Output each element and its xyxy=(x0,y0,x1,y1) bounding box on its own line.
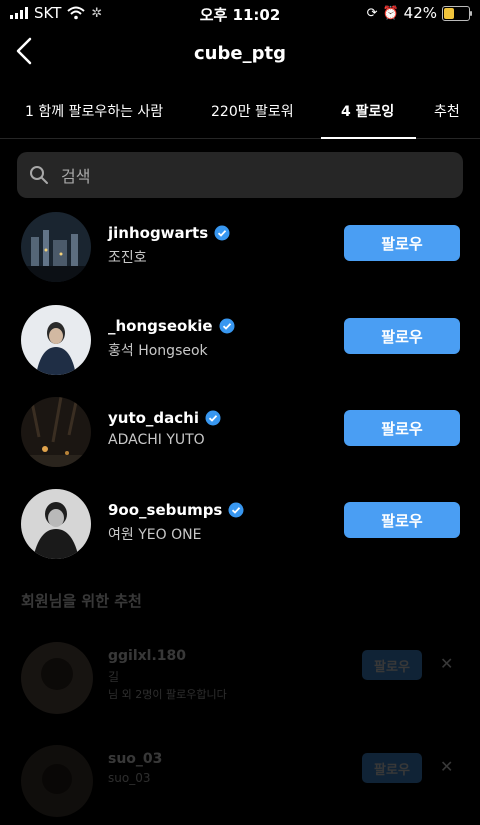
full-name: 조진호 xyxy=(108,250,147,266)
full-name: suo_03 xyxy=(108,771,151,785)
list-item[interactable]: 9oo_sebumps 여원 YEO ONE 팔로우 xyxy=(0,489,480,579)
avatar[interactable] xyxy=(21,305,91,375)
search-icon xyxy=(30,166,48,184)
full-name: 여원 YEO ONE xyxy=(108,527,202,543)
username[interactable]: _hongseokie xyxy=(108,317,213,335)
suggestions-title: 회원님을 위한 추천 xyxy=(21,592,142,610)
tab-bar: 1 함께 팔로우하는 사람 220만 팔로워 4 팔로잉 추천 xyxy=(0,92,480,139)
suggestion-item[interactable]: ggilxl.180 길 님 외 2명이 팔로우합니다 팔로우 ✕ xyxy=(0,642,480,722)
follow-button[interactable]: 팔로우 xyxy=(344,410,460,446)
username[interactable]: 9oo_sebumps xyxy=(108,501,222,519)
follow-button[interactable]: 팔로우 xyxy=(362,650,422,680)
active-tab-indicator xyxy=(321,137,416,139)
avatar[interactable] xyxy=(21,397,91,467)
verified-badge-icon xyxy=(219,318,235,334)
full-name: ADACHI YUTO xyxy=(108,432,205,448)
orientation-lock-icon: ⟳ xyxy=(366,5,378,21)
tab-suggested[interactable]: 추천 xyxy=(434,101,460,121)
username[interactable]: ggilxl.180 xyxy=(108,648,186,664)
follow-button[interactable]: 팔로우 xyxy=(362,753,422,783)
page-title: cube_ptg xyxy=(194,43,286,64)
dismiss-icon[interactable]: ✕ xyxy=(440,654,453,673)
username[interactable]: jinhogwarts xyxy=(108,224,208,242)
full-name: 길 xyxy=(108,670,120,684)
avatar[interactable] xyxy=(21,642,93,714)
header: cube_ptg xyxy=(0,35,480,75)
alarm-icon: ⏰ xyxy=(382,5,399,21)
search-bar xyxy=(17,152,463,200)
battery-icon xyxy=(442,5,472,21)
suggestions-section: 회원님을 위한 추천 ggilxl.180 길 님 외 2명이 팔로우합니다 팔… xyxy=(0,580,480,817)
avatar[interactable] xyxy=(21,212,91,282)
list-item[interactable]: _hongseokie 홍석 Hongseok 팔로우 xyxy=(0,305,480,395)
follow-button[interactable]: 팔로우 xyxy=(344,318,460,354)
verified-badge-icon xyxy=(205,410,221,426)
username[interactable]: yuto_dachi xyxy=(108,409,199,427)
tab-mutual[interactable]: 1 함께 팔로우하는 사람 xyxy=(25,101,163,121)
list-item[interactable]: jinhogwarts 조진호 팔로우 xyxy=(0,212,480,302)
follow-button[interactable]: 팔로우 xyxy=(344,502,460,538)
status-bar: SKT ✲ 오후 11:02 ⟳ ⏰ 42% xyxy=(0,0,480,28)
username[interactable]: suo_03 xyxy=(108,751,162,767)
follow-button[interactable]: 팔로우 xyxy=(344,225,460,261)
full-name: 홍석 Hongseok xyxy=(108,343,208,359)
battery-percent: 42% xyxy=(403,4,437,22)
tab-following[interactable]: 4 팔로잉 xyxy=(341,101,394,121)
mutual-followers-text: 님 외 2명이 팔로우합니다 xyxy=(108,688,227,701)
suggestion-item[interactable]: suo_03 suo_03 팔로우 ✕ xyxy=(0,745,480,825)
list-item[interactable]: yuto_dachi ADACHI YUTO 팔로우 xyxy=(0,397,480,487)
dismiss-icon[interactable]: ✕ xyxy=(440,757,453,776)
avatar[interactable] xyxy=(21,489,91,559)
tab-followers[interactable]: 220만 팔로워 xyxy=(211,101,294,121)
verified-badge-icon xyxy=(214,225,230,241)
avatar[interactable] xyxy=(21,745,93,817)
verified-badge-icon xyxy=(228,502,244,518)
search-input[interactable] xyxy=(59,152,443,200)
